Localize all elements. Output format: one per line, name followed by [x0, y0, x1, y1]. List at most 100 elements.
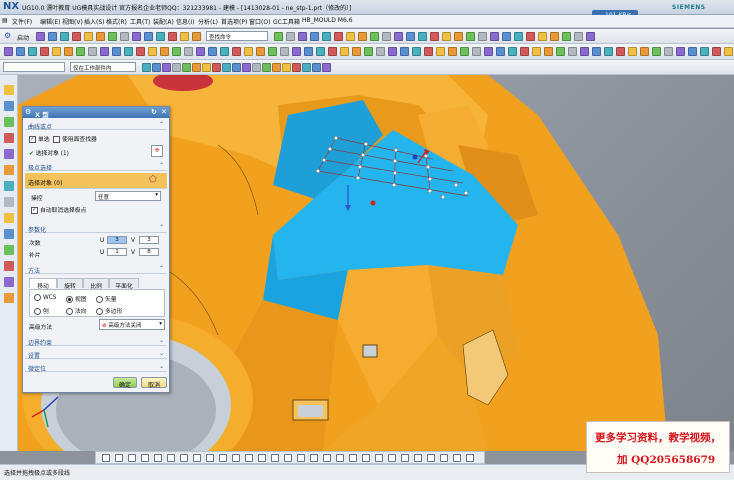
toolbar-icon[interactable]	[212, 63, 221, 72]
toolbar-icon[interactable]	[242, 63, 251, 72]
snap-icon[interactable]	[206, 454, 214, 462]
toolbar-icon[interactable]	[376, 47, 385, 56]
toolbar-icon[interactable]	[442, 32, 451, 41]
select-object-curve-row[interactable]: ✔ 选择对象 (1)	[29, 148, 69, 157]
toolbar-icon[interactable]	[48, 32, 57, 41]
auto-deselect-checkbox[interactable]: ✓	[31, 207, 38, 214]
toolbar-icon[interactable]	[394, 32, 403, 41]
toolbar-icon[interactable]	[232, 63, 241, 72]
toolbar-icon[interactable]	[334, 32, 343, 41]
toolbar-icon[interactable]	[298, 32, 307, 41]
toolbar-icon[interactable]	[676, 47, 685, 56]
toolbar-icon[interactable]	[64, 47, 73, 56]
dialog-close-icon[interactable]: ✕	[161, 108, 167, 116]
menu-preferences[interactable]: 首选项(P)	[221, 17, 247, 26]
snap-icon[interactable]	[427, 454, 435, 462]
toolbar-icon[interactable]	[568, 47, 577, 56]
toolbar-icon[interactable]	[52, 47, 61, 56]
menu-gc-toolbox[interactable]: GC工具箱	[273, 17, 300, 26]
snap-icon[interactable]	[414, 454, 422, 462]
toolbar-icon[interactable]	[712, 47, 721, 56]
toolbar-icon[interactable]	[454, 32, 463, 41]
menu-tools[interactable]: 工具(T)	[130, 17, 150, 26]
resource-bar-icon[interactable]	[4, 261, 14, 271]
toolbar-icon[interactable]	[292, 63, 301, 72]
crosshair-select-icon[interactable]: ⌖	[151, 145, 163, 157]
toolbar-icon[interactable]	[36, 32, 45, 41]
toolbar-icon[interactable]	[72, 32, 81, 41]
pole-select-icon[interactable]: ⬠	[149, 175, 157, 185]
toolbar-icon[interactable]	[310, 32, 319, 41]
snap-icon[interactable]	[349, 454, 357, 462]
reset-icon[interactable]: ↻	[151, 108, 157, 116]
toolbar-icon[interactable]	[616, 47, 625, 56]
toolbar-icon[interactable]	[282, 63, 291, 72]
toolbar-icon[interactable]	[312, 63, 321, 72]
advanced-method-select[interactable]: ⊘ 高级方法关闭 ▾	[99, 319, 165, 330]
toolbar-icon[interactable]	[196, 47, 205, 56]
menu-info[interactable]: 信息(I)	[176, 17, 194, 26]
toolbar-icon[interactable]	[388, 47, 397, 56]
radio-normal[interactable]: 法向	[66, 306, 87, 315]
toolbar-icon[interactable]	[484, 47, 493, 56]
toolbar-icon[interactable]	[142, 63, 151, 72]
resource-bar-icon[interactable]	[4, 85, 14, 95]
resource-bar-icon[interactable]	[4, 197, 14, 207]
resource-bar-icon[interactable]	[4, 101, 14, 111]
tab-planarize[interactable]: 平面化	[109, 278, 139, 290]
snap-icon[interactable]	[310, 454, 318, 462]
toolbar-icon[interactable]	[322, 63, 331, 72]
toolbar-icon[interactable]	[280, 47, 289, 56]
snap-icon[interactable]	[401, 454, 409, 462]
snap-icon[interactable]	[193, 454, 201, 462]
toolbar-icon[interactable]	[430, 32, 439, 41]
menu-hb-mould[interactable]: HB_MOULD M6.6	[302, 17, 353, 24]
toolbar-icon[interactable]	[502, 32, 511, 41]
snap-icon[interactable]	[232, 454, 240, 462]
menu-view[interactable]: 视图(V)	[62, 17, 83, 26]
toolbar-icon[interactable]	[302, 63, 311, 72]
toolbar-icon[interactable]	[412, 47, 421, 56]
toolbar-icon[interactable]	[28, 47, 37, 56]
toolbar-icon[interactable]	[364, 47, 373, 56]
menu-insert[interactable]: 插入(S)	[84, 17, 105, 26]
toolbar-icon[interactable]	[586, 32, 595, 41]
toolbar-icon[interactable]	[628, 47, 637, 56]
toolbar-icon[interactable]	[640, 47, 649, 56]
toolbar-icon[interactable]	[556, 47, 565, 56]
section-settings[interactable]: 设置 ⌄	[25, 349, 167, 360]
toolbar-icon[interactable]	[532, 47, 541, 56]
scope-select[interactable]: 仅在工作部件内	[70, 62, 136, 72]
snap-icon[interactable]	[297, 454, 305, 462]
cancel-button[interactable]: 取消	[141, 377, 167, 389]
toolbar-icon[interactable]	[132, 32, 141, 41]
toolbar-icon[interactable]	[700, 47, 709, 56]
toolbar-icon[interactable]	[514, 32, 523, 41]
segments-u-input[interactable]: 1	[107, 248, 127, 256]
toolbar-icon[interactable]	[162, 63, 171, 72]
toolbar-icon[interactable]	[688, 47, 697, 56]
toolbar-icon[interactable]	[144, 32, 153, 41]
toolbar-icon[interactable]	[382, 32, 391, 41]
toolbar-icon[interactable]	[466, 32, 475, 41]
toolbar-icon[interactable]	[192, 63, 201, 72]
toolbar-icon[interactable]	[652, 47, 661, 56]
toolbar-icon[interactable]	[16, 47, 25, 56]
toolbar-icon[interactable]	[136, 47, 145, 56]
toolbar-icon[interactable]	[60, 32, 69, 41]
toolbar-icon[interactable]	[180, 32, 189, 41]
toolbar-icon[interactable]	[232, 47, 241, 56]
toolbar-icon[interactable]	[460, 47, 469, 56]
tab-rotate[interactable]: 旋转	[57, 278, 83, 290]
menu-window[interactable]: 窗口(O)	[249, 17, 270, 26]
toolbar-icon[interactable]	[202, 63, 211, 72]
degree-v-input[interactable]: 3	[139, 236, 159, 244]
toolbar-icon[interactable]	[508, 47, 517, 56]
segments-v-input[interactable]: 8	[139, 248, 159, 256]
menu-edit[interactable]: 编辑(E)	[40, 17, 60, 26]
snap-icon[interactable]	[128, 454, 136, 462]
toolbar-icon[interactable]	[4, 47, 13, 56]
manipulate-select[interactable]: 任意 ▾	[95, 191, 161, 201]
resource-bar-icon[interactable]	[4, 277, 14, 287]
menu-format[interactable]: 格式(R)	[106, 17, 127, 26]
